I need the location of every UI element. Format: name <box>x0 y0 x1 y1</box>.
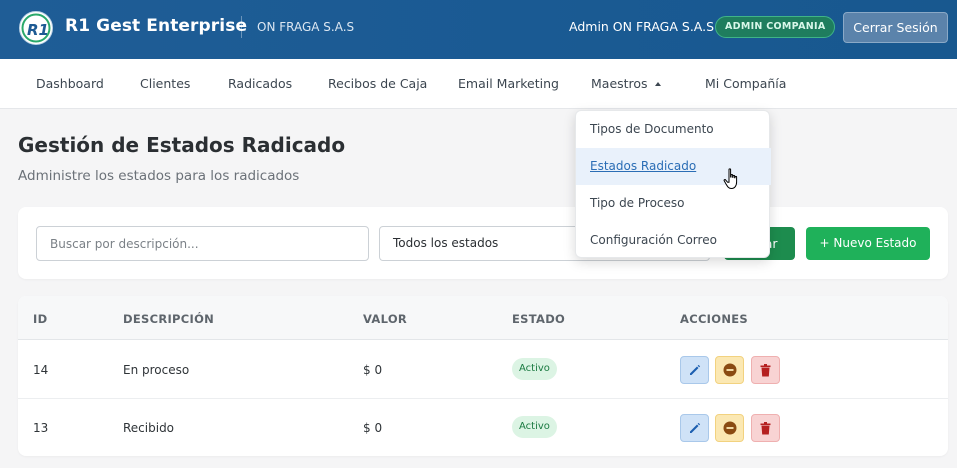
chevron-up-icon <box>654 82 661 86</box>
search-input[interactable] <box>36 226 369 261</box>
trash-icon <box>760 421 771 434</box>
nav-maestros[interactable]: Maestros <box>591 76 661 91</box>
user-name: Admin ON FRAGA S.A.S <box>569 19 715 34</box>
edit-button[interactable] <box>680 356 709 384</box>
new-status-button[interactable]: + Nuevo Estado <box>806 227 930 260</box>
delete-button[interactable] <box>751 356 780 384</box>
role-badge: ADMIN COMPANIA <box>715 16 836 38</box>
company-name: ON FRAGA S.A.S <box>257 20 355 34</box>
col-valor[interactable]: VALOR <box>363 312 407 326</box>
top-header: R1 R1 Gest Enterprise ON FRAGA S.A.S Adm… <box>0 0 957 59</box>
menu-item-configuracion-correo[interactable]: Configuración Correo <box>576 222 771 259</box>
col-descripcion[interactable]: DESCRIPCIÓN <box>123 312 214 326</box>
status-badge: Activo <box>512 416 557 438</box>
cell-id: 14 <box>33 363 49 377</box>
states-table: ID DESCRIPCIÓN VALOR ESTADO ACCIONES 14 … <box>18 296 948 456</box>
col-estado[interactable]: ESTADO <box>512 312 565 326</box>
nav-recibos-de-caja[interactable]: Recibos de Caja <box>328 76 427 91</box>
page-title: Gestión de Estados Radicado <box>18 133 346 157</box>
nav-email-marketing[interactable]: Email Marketing <box>458 76 559 91</box>
cell-descripcion: Recibido <box>123 421 175 435</box>
deactivate-button[interactable] <box>715 356 744 384</box>
deactivate-button[interactable] <box>715 414 744 442</box>
logout-button[interactable]: Cerrar Sesión <box>843 12 948 43</box>
nav-mi-compania[interactable]: Mi Compañía <box>705 76 786 91</box>
main-nav: Dashboard Clientes Radicados Recibos de … <box>0 59 957 109</box>
cell-descripcion: En proceso <box>123 363 190 377</box>
app-brand[interactable]: R1 Gest Enterprise <box>65 16 247 36</box>
menu-item-tipos-documento[interactable]: Tipos de Documento <box>576 111 771 148</box>
trash-icon <box>760 363 771 376</box>
table-row: 13 Recibido $ 0 Activo <box>18 399 948 456</box>
col-id[interactable]: ID <box>33 312 47 326</box>
delete-button[interactable] <box>751 414 780 442</box>
hand-pointer-icon <box>723 168 738 190</box>
menu-item-tipo-proceso[interactable]: Tipo de Proceso <box>576 185 771 222</box>
r1-logo-icon[interactable]: R1 <box>18 10 54 46</box>
minus-circle-icon <box>723 363 736 377</box>
brand-divider <box>241 16 242 38</box>
table-row: 14 En proceso $ 0 Activo <box>18 341 948 399</box>
minus-circle-icon <box>723 421 736 435</box>
filter-card: Todos los estados Filtrar + Nuevo Estado <box>18 207 948 279</box>
cell-id: 13 <box>33 421 49 435</box>
col-acciones: ACCIONES <box>680 312 748 326</box>
cell-valor: $ 0 <box>363 363 383 377</box>
table-header: ID DESCRIPCIÓN VALOR ESTADO ACCIONES <box>18 296 948 340</box>
cell-valor: $ 0 <box>363 421 383 435</box>
pencil-icon <box>689 422 700 433</box>
edit-button[interactable] <box>680 414 709 442</box>
nav-dashboard[interactable]: Dashboard <box>36 76 104 91</box>
nav-clientes[interactable]: Clientes <box>140 76 190 91</box>
nav-radicados[interactable]: Radicados <box>228 76 292 91</box>
pencil-icon <box>689 364 700 375</box>
nav-maestros-label: Maestros <box>591 76 648 91</box>
page-subtitle: Administre los estados para los radicado… <box>18 168 300 184</box>
svg-text:R1: R1 <box>27 21 49 39</box>
status-badge: Activo <box>512 358 557 380</box>
